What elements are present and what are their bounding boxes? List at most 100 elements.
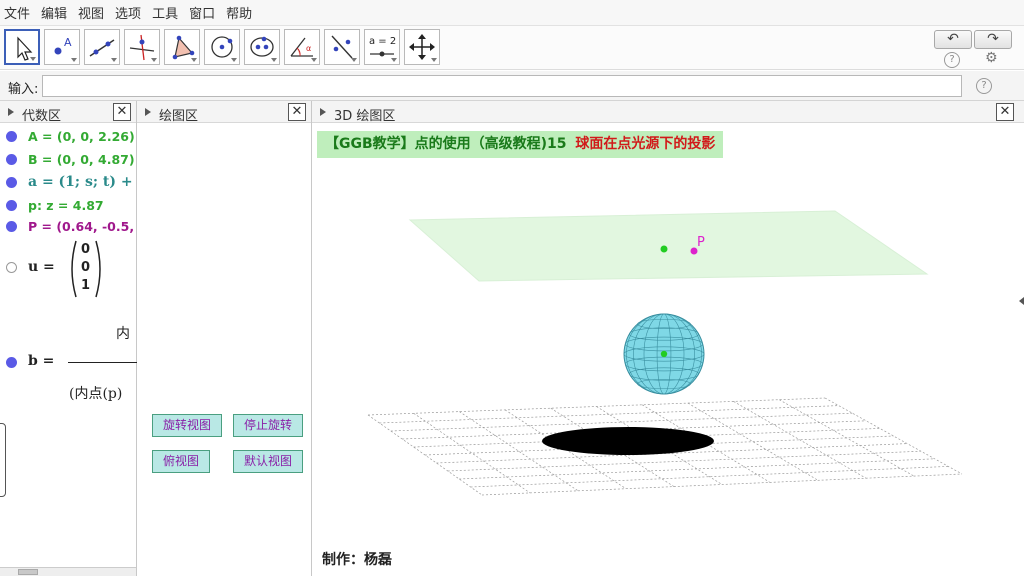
graphics-view: 绘图区 ✕ 旋转视图 停止旋转 俯视图 默认视图 bbox=[137, 101, 312, 576]
menu-window[interactable]: 窗口 bbox=[189, 3, 215, 22]
visibility-toggle[interactable] bbox=[6, 131, 17, 142]
algebra-text: P = (0.64, -0.5, 4 bbox=[28, 219, 148, 234]
graphics-3d-close-button[interactable]: ✕ bbox=[996, 103, 1014, 121]
menu-help[interactable]: 帮助 bbox=[226, 3, 252, 22]
polygon-tool[interactable] bbox=[164, 29, 200, 65]
graphics-3d-title: 3D 绘图区 bbox=[334, 109, 396, 124]
side-panel-tab[interactable] bbox=[0, 423, 6, 497]
dropdown-marker bbox=[191, 58, 197, 62]
algebra-text: a = (1; s; t) + bbox=[28, 174, 133, 190]
algebra-horizontal-scrollbar[interactable] bbox=[0, 567, 136, 576]
geogebra-window: 文件 编辑 视图 选项 工具 窗口 帮助 A α a = 2 ↶ ↷ ? ⚙ 输… bbox=[0, 0, 1024, 576]
visibility-toggle[interactable] bbox=[6, 177, 17, 188]
menu-options[interactable]: 选项 bbox=[115, 3, 141, 22]
collapse-arrow-icon[interactable] bbox=[320, 108, 326, 116]
settings-gear-icon[interactable]: ⚙ bbox=[985, 50, 998, 66]
visibility-toggle[interactable] bbox=[6, 357, 17, 368]
visibility-toggle[interactable] bbox=[6, 154, 17, 165]
visibility-toggle[interactable] bbox=[6, 221, 17, 232]
redo-icon: ↷ bbox=[987, 31, 999, 47]
algebra-row-p[interactable]: p: z = 4.87 bbox=[6, 198, 104, 213]
toolbar: A α a = 2 ↶ ↷ ? ⚙ bbox=[0, 26, 1024, 70]
algebra-row-B[interactable]: B = (0, 0, 4.87) bbox=[6, 152, 135, 167]
line-tool[interactable] bbox=[84, 29, 120, 65]
dropdown-marker bbox=[151, 58, 157, 62]
rotate-view-button[interactable]: 旋转视图 bbox=[152, 414, 222, 437]
dropdown-marker bbox=[391, 58, 397, 62]
input-label: 输入: bbox=[8, 82, 39, 97]
vector-label: u = bbox=[28, 259, 55, 275]
fraction-label: b = bbox=[28, 353, 55, 369]
default-view-button[interactable]: 默认视图 bbox=[233, 450, 303, 473]
author-credit: 制作：杨磊 bbox=[322, 552, 392, 568]
collapse-arrow-icon[interactable] bbox=[145, 108, 151, 116]
undo-button[interactable]: ↶ bbox=[934, 30, 972, 49]
algebra-view-header: 代数区 ✕ bbox=[0, 101, 136, 124]
graphics-view-header: 绘图区 ✕ bbox=[137, 101, 311, 124]
graphics-3d-view: 3D 绘图区 ✕ 【GGB教学】点的使用（高级教程)15 球面在点光源下的投影 … bbox=[312, 101, 1024, 576]
plane-p[interactable] bbox=[408, 210, 929, 282]
slider-tool[interactable]: a = 2 bbox=[364, 29, 400, 65]
dropdown-marker bbox=[111, 58, 117, 62]
vector-x: 0 bbox=[81, 242, 91, 257]
graphics-3d-header: 3D 绘图区 ✕ bbox=[312, 101, 1024, 124]
visibility-toggle[interactable] bbox=[6, 200, 17, 211]
point-tool[interactable]: A bbox=[44, 29, 80, 65]
dropdown-marker bbox=[311, 58, 317, 62]
menu-tools[interactable]: 工具 bbox=[152, 3, 178, 22]
algebra-row-b[interactable]: b = 内 (内点(p) bbox=[6, 319, 141, 405]
menu-file[interactable]: 文件 bbox=[4, 3, 30, 22]
move-tool[interactable] bbox=[4, 29, 40, 65]
algebra-text: A = (0, 0, 2.26) bbox=[28, 129, 135, 144]
vector-y: 0 bbox=[81, 260, 91, 275]
svg-text:A: A bbox=[64, 36, 72, 49]
algebra-text: B = (0, 0, 4.87) bbox=[28, 152, 135, 167]
algebra-view: 代数区 ✕ A = (0, 0, 2.26) B = (0, 0, 4.87) … bbox=[0, 101, 147, 576]
circle-three-points-tool[interactable] bbox=[244, 29, 280, 65]
dropdown-marker bbox=[30, 57, 36, 61]
algebra-view-title: 代数区 bbox=[22, 109, 62, 124]
menu-view[interactable]: 视图 bbox=[78, 3, 104, 22]
undo-icon: ↶ bbox=[947, 31, 959, 47]
command-input[interactable] bbox=[42, 75, 962, 97]
dropdown-marker bbox=[351, 58, 357, 62]
menu-edit[interactable]: 编辑 bbox=[41, 3, 67, 22]
menu-bar: 文件 编辑 视图 选项 工具 窗口 帮助 bbox=[0, 0, 1024, 26]
point-P-label: P bbox=[697, 235, 705, 250]
perpendicular-line-tool[interactable] bbox=[124, 29, 160, 65]
dropdown-marker bbox=[71, 58, 77, 62]
algebra-row-u[interactable]: u = 0 0 1 bbox=[6, 239, 134, 299]
visibility-toggle[interactable] bbox=[6, 262, 17, 273]
algebra-row-A[interactable]: A = (0, 0, 2.26) bbox=[6, 129, 135, 144]
stop-rotation-button[interactable]: 停止旋转 bbox=[233, 414, 303, 437]
graphics-close-button[interactable]: ✕ bbox=[288, 103, 306, 121]
3d-scene[interactable]: P bbox=[312, 123, 1024, 576]
point-A[interactable] bbox=[660, 350, 668, 358]
algebra-row-P[interactable]: P = (0.64, -0.5, 4 bbox=[6, 219, 147, 234]
circle-center-point-tool[interactable] bbox=[204, 29, 240, 65]
side-expand-arrow-icon[interactable] bbox=[1019, 297, 1024, 305]
dropdown-marker bbox=[231, 58, 237, 62]
svg-text:α: α bbox=[306, 44, 311, 53]
toolbar-help-icon[interactable]: ? bbox=[944, 52, 960, 68]
input-help-icon[interactable]: ? bbox=[976, 78, 992, 94]
fraction-numerator: 内 bbox=[116, 326, 130, 342]
algebra-close-button[interactable]: ✕ bbox=[113, 103, 131, 121]
sphere-shadow[interactable] bbox=[542, 427, 714, 455]
algebra-row-a[interactable]: a = (1; s; t) + bbox=[6, 174, 133, 190]
angle-tool[interactable]: α bbox=[284, 29, 320, 65]
move-graphics-view-tool[interactable] bbox=[404, 29, 440, 65]
reflect-tool[interactable] bbox=[324, 29, 360, 65]
dropdown-marker bbox=[431, 58, 437, 62]
dropdown-marker bbox=[271, 58, 277, 62]
scrollbar-thumb[interactable] bbox=[18, 569, 38, 575]
redo-button[interactable]: ↷ bbox=[974, 30, 1012, 49]
algebra-text: p: z = 4.87 bbox=[28, 198, 104, 213]
fraction-bar bbox=[68, 362, 138, 363]
top-view-button[interactable]: 俯视图 bbox=[152, 450, 210, 473]
fraction-denominator: (内点(p) bbox=[69, 386, 123, 402]
vector-z: 1 bbox=[81, 278, 91, 293]
input-bar: 输入: ? bbox=[0, 71, 1024, 101]
collapse-arrow-icon[interactable] bbox=[8, 108, 14, 116]
point-B[interactable] bbox=[660, 245, 668, 253]
